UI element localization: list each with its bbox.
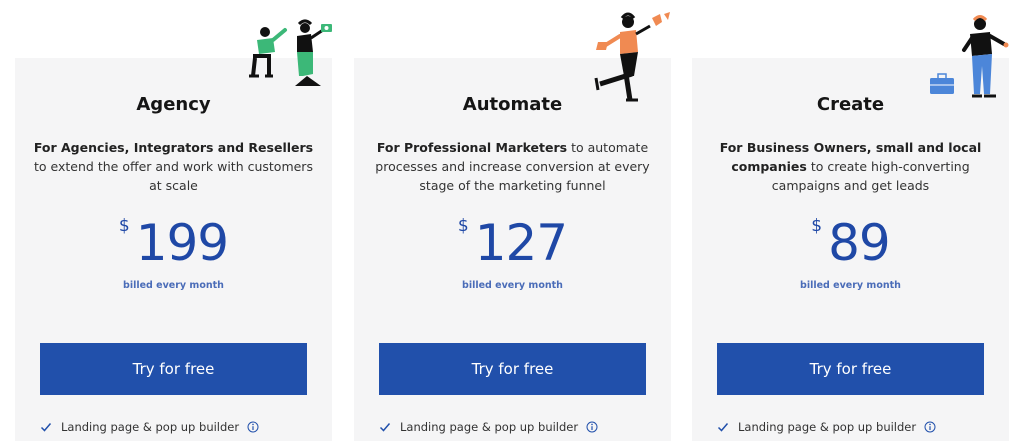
feature-item: Landing page & pop up builder xyxy=(379,420,598,434)
price-amount: 89 xyxy=(828,214,891,272)
plan-price: $89 xyxy=(692,214,1009,272)
feature-label: Landing page & pop up builder xyxy=(400,420,579,434)
price-amount: 127 xyxy=(474,214,568,272)
check-icon xyxy=(40,423,52,432)
two-people-illustration xyxy=(249,19,332,86)
plan-title: Automate xyxy=(462,94,563,115)
try-for-free-button[interactable]: Try for free xyxy=(40,343,307,395)
currency-symbol: $ xyxy=(811,216,823,236)
currency-symbol: $ xyxy=(457,216,469,236)
feature-item: Landing page & pop up builder xyxy=(40,420,259,434)
walking-woman-illustration xyxy=(594,12,670,102)
currency-symbol: $ xyxy=(118,216,130,236)
billing-period: billed every month xyxy=(123,280,224,291)
feature-label: Landing page & pop up builder xyxy=(738,420,917,434)
businessman-with-briefcase-illustration xyxy=(930,15,1009,98)
plan-description-bold: For Agencies, Integrators and Resellers xyxy=(33,140,314,155)
info-icon[interactable] xyxy=(586,421,598,433)
price-amount: 199 xyxy=(135,214,229,272)
plan-title: Agency xyxy=(136,94,211,115)
plan-description-bold: For Professional Marketers xyxy=(376,140,568,155)
plan-card-create: Create For Business Owners, small and lo… xyxy=(692,15,1009,441)
plan-description-text: to extend the offer and work with custom… xyxy=(34,159,313,193)
check-icon xyxy=(717,423,729,432)
feature-item: Landing page & pop up builder xyxy=(717,420,936,434)
plan-description: For Business Owners, small and local com… xyxy=(708,138,993,195)
plan-card-agency: Agency For Agencies, Integrators and Res… xyxy=(15,19,332,441)
feature-label: Landing page & pop up builder xyxy=(61,420,240,434)
plan-card-automate: Automate For Professional Marketers to a… xyxy=(354,12,671,441)
plan-description: For Professional Marketers to automate p… xyxy=(370,138,655,195)
plan-title: Create xyxy=(816,94,885,115)
try-for-free-button[interactable]: Try for free xyxy=(379,343,646,395)
billing-period: billed every month xyxy=(462,280,563,291)
info-icon[interactable] xyxy=(247,421,259,433)
plan-description: For Agencies, Integrators and Resellers … xyxy=(31,138,316,195)
plan-price: $199 xyxy=(15,214,332,272)
billing-period: billed every month xyxy=(800,280,901,291)
plan-price: $127 xyxy=(354,214,671,272)
try-for-free-button[interactable]: Try for free xyxy=(717,343,984,395)
info-icon[interactable] xyxy=(924,421,936,433)
check-icon xyxy=(379,423,391,432)
